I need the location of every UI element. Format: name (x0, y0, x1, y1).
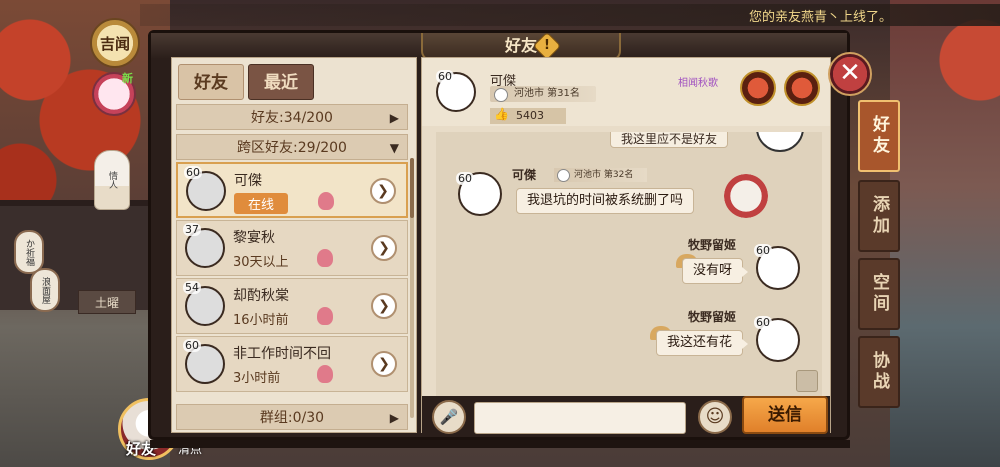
gift-icon[interactable] (317, 249, 333, 267)
level-badge: 60 (754, 244, 772, 257)
group-count: 群组:0/30 (259, 410, 325, 426)
list-scrollbar[interactable] (410, 158, 414, 418)
level-badge: 60 (436, 70, 454, 83)
level-badge: 60 (754, 316, 772, 329)
copy-icon[interactable] (796, 370, 818, 392)
doll-icon[interactable]: 情人 (94, 150, 130, 210)
background-scene-left: か祈福 浪面屋 (0, 0, 170, 467)
level-badge: 60 (183, 339, 201, 352)
level-badge: 37 (183, 223, 201, 236)
region-rank: 河池市 第31名 (490, 86, 596, 102)
group-count-row[interactable]: 群组:0/30 ▶ (176, 404, 408, 430)
doll-badge-icon[interactable] (784, 70, 820, 106)
like-count: 5403 (490, 106, 566, 124)
voice-input-button[interactable]: 🎤 (432, 400, 466, 434)
chat-input-bar: 🎤 ☺ 送信 (422, 396, 830, 434)
friend-item[interactable]: 54 却酌秋棠 16小时前 ❯ (176, 278, 408, 334)
chevron-right-icon[interactable]: ❯ (370, 178, 396, 204)
chevron-right-icon[interactable]: ❯ (371, 235, 397, 261)
gift-icon[interactable] (317, 365, 333, 383)
region-rank: 河池市 第32名 (554, 168, 648, 182)
chat-message-input[interactable] (474, 402, 686, 434)
tab-friends-side[interactable]: 好友 (858, 100, 900, 172)
level-badge: 54 (183, 281, 201, 294)
tab-space[interactable]: 空间 (858, 258, 900, 330)
collapse-down-icon: ▼ (389, 141, 399, 155)
message-bubble: 我这还有花 (656, 330, 749, 356)
cross-server-count: 跨区好友:29/200 (237, 140, 347, 156)
signature-text: 相闻秋歌 (678, 78, 718, 89)
friend-name: 黎宴秋 (233, 230, 275, 246)
gift-icon[interactable] (317, 307, 333, 325)
shikigami-sticker-icon (724, 174, 768, 218)
level-badge: 60 (184, 166, 202, 179)
sender-name: 可傑 (512, 168, 537, 182)
tab-friends[interactable]: 好友 (178, 64, 244, 100)
chevron-right-icon[interactable]: ❯ (371, 351, 397, 377)
friends-window: 好友 ! 好友 最近 好友:34/200 ▶ 跨区好友:29/200 ▼ 60 … (148, 30, 850, 440)
close-icon[interactable]: ✕ (828, 52, 872, 96)
message-bubble: 我这里应不是好友 (610, 132, 729, 148)
last-online: 30天以上 (233, 255, 289, 270)
friend-name: 非工作时间不回 (233, 346, 331, 362)
send-button[interactable]: 送信 (742, 396, 828, 434)
cross-server-count-row[interactable]: 跨区好友:29/200 ▼ (176, 134, 408, 160)
friend-list-panel: 好友 最近 好友:34/200 ▶ 跨区好友:29/200 ▼ 60 可傑 在线… (171, 57, 417, 433)
friend-item[interactable]: 60 可傑 在线 ❯ (176, 162, 408, 218)
new-badge: 新 (122, 72, 133, 85)
gift-icon[interactable] (318, 192, 334, 210)
scrollbar-thumb[interactable] (410, 158, 414, 218)
message-bubble: 我退坑的时间被系统删了吗 (516, 188, 695, 214)
last-online: 3小时前 (233, 371, 281, 386)
chat-panel: 60 可傑 河池市 第31名 5403 相闻秋歌 我这里应不是好友 60 可傑 … (421, 57, 831, 434)
expand-right-icon: ▶ (389, 411, 399, 425)
jiwen-button[interactable]: 吉闻 (90, 18, 140, 68)
level-badge: 60 (456, 172, 474, 185)
alert-icon-glyph: ! (544, 38, 550, 53)
sender-name: 牧野留姬 (688, 310, 737, 324)
tab-add-friend[interactable]: 添加 (858, 180, 900, 252)
background-scene-right (890, 0, 1000, 467)
tab-recent[interactable]: 最近 (248, 64, 314, 100)
friend-count: 好友:34/200 (251, 110, 333, 126)
chevron-right-icon[interactable]: ❯ (371, 293, 397, 319)
message-bubble: 没有呀 (682, 258, 749, 284)
shikigami-badge-icon[interactable] (740, 70, 776, 106)
avatar (756, 132, 804, 152)
friend-item[interactable]: 37 黎宴秋 30天以上 ❯ (176, 220, 408, 276)
sender-name: 牧野留姬 (688, 238, 737, 252)
chat-header: 60 可傑 河池市 第31名 5403 相闻秋歌 (422, 58, 830, 126)
message-list[interactable]: 我这里应不是好友 60 可傑 河池市 第32名 我退坑的时间被系统删了吗 牧野留… (436, 132, 822, 396)
friend-count-row[interactable]: 好友:34/200 ▶ (176, 104, 408, 130)
status-badge: 在线 (234, 193, 289, 214)
last-online: 16小时前 (233, 313, 289, 328)
window-bottom-edge (150, 440, 850, 448)
day-sign: 土曜 (78, 290, 136, 314)
friend-name: 却酌秋棠 (233, 288, 289, 304)
lantern: か祈福 (14, 230, 44, 274)
friend-online-notice: 您的亲友燕青丶上线了。 (748, 10, 892, 25)
friend-name: 可傑 (234, 173, 262, 189)
friend-item[interactable]: 60 非工作时间不回 3小时前 ❯ (176, 336, 408, 392)
emoji-button[interactable]: ☺ (698, 400, 732, 434)
expand-right-icon: ▶ (389, 111, 399, 125)
tab-cooperation[interactable]: 协战 (858, 336, 900, 408)
lantern: 浪面屋 (30, 268, 60, 312)
